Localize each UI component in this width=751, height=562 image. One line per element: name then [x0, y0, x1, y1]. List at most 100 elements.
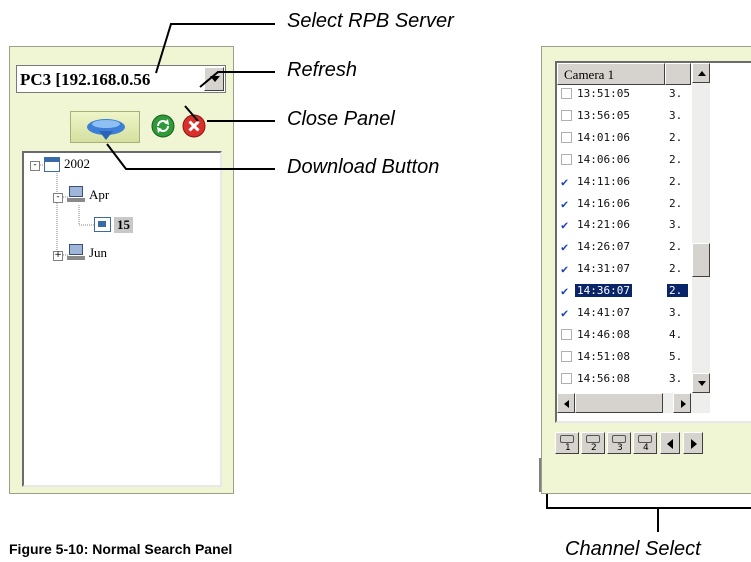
checked-checkbox[interactable]: ✔ — [561, 240, 572, 255]
tab-channel-4[interactable]: 4 — [633, 432, 657, 454]
row-time: 14:06:06 — [577, 152, 630, 166]
figure-caption: Figure 5-10: Normal Search Panel — [9, 541, 233, 557]
row-value: 4. — [669, 327, 683, 341]
table-row[interactable]: ✔ 14:41:07 3. — [557, 305, 691, 321]
row-value: 2. — [669, 152, 683, 166]
callout-refresh: Refresh — [287, 59, 358, 81]
checkmark-icon: ✔ — [561, 306, 569, 320]
table-row[interactable]: 13:56:05 3. — [557, 108, 691, 124]
arrow-down-icon — [698, 381, 706, 386]
vertical-scrollbar[interactable] — [692, 63, 710, 393]
arrow-left-icon — [667, 439, 673, 449]
callout-select-server: Select RPB Server — [287, 10, 454, 32]
checkbox[interactable] — [561, 109, 572, 121]
row-value: 2. — [669, 130, 683, 144]
table-row[interactable]: ✔ 14:16:06 2. — [557, 196, 691, 212]
row-time: 13:51:05 — [577, 87, 630, 100]
row-time: 14:31:07 — [577, 262, 630, 276]
checked-checkbox[interactable]: ✔ — [561, 174, 572, 189]
checkmark-icon: ✔ — [561, 174, 569, 189]
tab-channel-label: 1 — [565, 443, 571, 453]
row-time: 14:16:06 — [577, 196, 630, 210]
scroll-thumb[interactable] — [692, 243, 710, 277]
tab-channel-2[interactable]: 2 — [581, 432, 605, 454]
row-time: 13:56:05 — [577, 108, 630, 122]
table-row[interactable]: 14:01:06 2. — [557, 130, 691, 146]
scroll-left-button[interactable] — [557, 393, 575, 413]
scroll-h-thumb[interactable] — [575, 393, 663, 413]
tab-channel-label: 3 — [617, 443, 623, 453]
row-value: 2. — [667, 284, 689, 298]
row-time: 14:21:06 — [577, 218, 630, 232]
row-value: 3. — [669, 108, 683, 122]
checked-checkbox[interactable]: ✔ — [561, 262, 572, 277]
table-row[interactable]: 14:46:08 4. — [557, 327, 691, 343]
row-value: 3. — [669, 218, 683, 232]
scroll-up-button[interactable] — [692, 63, 710, 83]
tab-channel-label: 2 — [591, 443, 597, 453]
checked-checkbox[interactable]: ✔ — [561, 284, 572, 299]
tab-channel-label: 4 — [643, 443, 649, 453]
checked-checkbox[interactable]: ✔ — [561, 306, 572, 320]
checkbox[interactable] — [561, 350, 572, 362]
scroll-right-button[interactable] — [673, 393, 691, 413]
channel-icon — [586, 435, 600, 443]
horizontal-scrollbar[interactable] — [557, 393, 710, 413]
tab-scroll-left-button[interactable] — [660, 432, 680, 454]
row-time: 14:46:08 — [577, 327, 630, 341]
checkmark-icon: ✔ — [561, 240, 569, 255]
tab-channel-1[interactable]: 1 — [555, 432, 579, 454]
checkmark-icon: ✔ — [561, 218, 569, 233]
tab-channel-3[interactable]: 3 — [607, 432, 631, 454]
row-value: 3. — [669, 371, 683, 385]
checkbox[interactable] — [561, 372, 572, 384]
arrow-right-icon — [681, 400, 686, 408]
checkmark-icon: ✔ — [561, 196, 569, 211]
row-value: 2. — [669, 240, 683, 254]
tab-scroll-right-button[interactable] — [683, 432, 703, 454]
checked-checkbox[interactable]: ✔ — [561, 196, 572, 211]
recording-list[interactable]: Camera 1 13:51:05 3. 13:56:05 3. 14:01:06 2. 1… — [555, 61, 751, 423]
checkmark-icon: ✔ — [561, 262, 569, 277]
row-time: 14:51:08 — [577, 349, 630, 363]
scroll-down-button[interactable] — [692, 373, 710, 393]
channel-panel: Camera 1 13:51:05 3. 13:56:05 3. 14:01:06 2. 1… — [541, 46, 751, 494]
row-value: 3. — [669, 306, 683, 319]
checkmark-icon: ✔ — [561, 284, 569, 299]
row-time: 14:26:07 — [577, 240, 630, 254]
table-row[interactable]: ✔ 14:21:06 3. — [557, 217, 691, 233]
row-time: 14:41:07 — [577, 306, 630, 319]
row-time: 14:36:07 — [575, 284, 632, 298]
row-value: 2. — [669, 196, 683, 210]
table-row[interactable]: ✔ 14:31:07 2. — [557, 261, 691, 277]
channel-icon — [560, 435, 574, 443]
table-row[interactable]: 14:56:08 3. — [557, 371, 691, 387]
row-value: 2. — [669, 262, 683, 276]
arrow-left-icon — [564, 400, 569, 408]
row-time: 14:56:08 — [577, 371, 630, 385]
row-time: 14:01:06 — [577, 130, 630, 144]
column-header-label: Camera 1 — [564, 67, 615, 82]
channel-tab-strip: 1 2 3 4 — [555, 432, 751, 456]
table-row[interactable]: ✔ 14:11:06 2. — [557, 174, 691, 190]
table-row[interactable]: 14:51:08 5. — [557, 349, 691, 365]
row-value: 3. — [669, 87, 683, 100]
table-row[interactable]: 14:06:06 2. — [557, 152, 691, 168]
row-value: 5. — [669, 349, 683, 363]
callout-download-button: Download Button — [287, 156, 440, 178]
checkbox[interactable] — [561, 131, 572, 143]
callout-close-panel: Close Panel — [287, 108, 395, 130]
channel-icon — [612, 435, 626, 443]
checkbox[interactable] — [561, 88, 572, 99]
checked-checkbox[interactable]: ✔ — [561, 218, 572, 233]
callout-channel-select: Channel Select — [565, 538, 701, 560]
table-row[interactable]: ✔ 14:26:07 2. — [557, 239, 691, 255]
column-header-camera[interactable]: Camera 1 — [557, 63, 665, 85]
table-row[interactable]: 13:51:05 3. — [557, 86, 691, 102]
checkbox[interactable] — [561, 153, 572, 165]
column-header-value[interactable] — [665, 63, 691, 85]
table-row[interactable]: ✔ 14:36:07 2. — [557, 283, 691, 299]
checkbox[interactable] — [561, 328, 572, 340]
row-time: 14:11:06 — [577, 174, 630, 188]
list-rows: 13:51:05 3. 13:56:05 3. 14:01:06 2. 14:06:06 2.… — [557, 86, 691, 393]
